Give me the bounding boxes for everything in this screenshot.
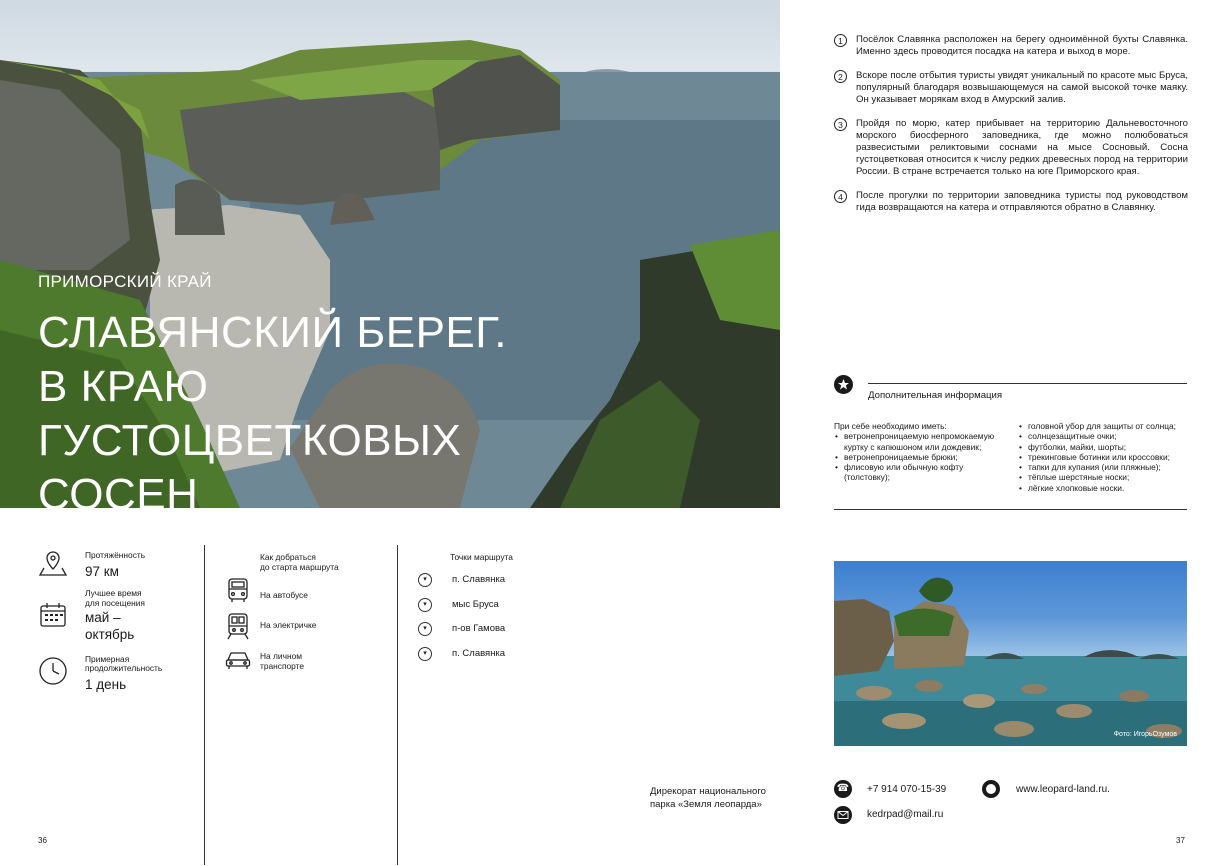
email-link[interactable]: kedrpad@mail.ru xyxy=(867,809,943,820)
chevron-down-icon: ▾ xyxy=(418,573,432,587)
duration-label: продолжительность xyxy=(85,663,163,673)
title-line: СОСЕН xyxy=(38,470,199,519)
divider xyxy=(204,545,205,865)
list-item: флисовую или обычную кофту (толстовку); xyxy=(834,462,1004,483)
clock-icon xyxy=(38,656,68,686)
phone-number[interactable]: +7 914 070-15-39 xyxy=(867,784,946,795)
divider xyxy=(834,509,1187,510)
org-name: Дирекорат национального xyxy=(650,786,766,797)
rocky-bay-photo: Фото: ИгорьОзумов xyxy=(834,561,1187,746)
season-label: для посещения xyxy=(85,598,145,608)
route-point: мыс Бруса xyxy=(452,599,499,610)
star-icon xyxy=(834,375,853,394)
list-item: тапки для купания (или пляжные); xyxy=(1018,462,1190,473)
length-value: 97 км xyxy=(85,564,119,579)
chevron-down-icon: ▾ xyxy=(418,647,432,661)
list-item: тёплые шерстяные носки; xyxy=(1018,472,1190,483)
season-value: май – xyxy=(85,610,121,625)
route-steps: 1 Посёлок Славянка расположен на берегу … xyxy=(834,34,1188,226)
season-value: октябрь xyxy=(85,627,135,642)
page-number-right: 37 xyxy=(1176,836,1185,845)
transport-train: На электричке xyxy=(260,620,317,630)
page-title: СЛАВЯНСКИЙ БЕРЕГ. В КРАЮ ГУСТОЦВЕТКОВЫХ … xyxy=(38,306,507,522)
list-item: ветронепроницаемые брюки; xyxy=(834,452,1004,463)
info-title: Дополнительная информация xyxy=(868,390,1003,401)
step-item: 4 После прогулки по территории заповедни… xyxy=(834,190,1188,214)
mail-icon xyxy=(834,806,852,824)
title-line: В КРАЮ xyxy=(38,362,209,411)
globe-icon xyxy=(982,780,1000,798)
packing-col-2: головной убор для защиты от солнца; солн… xyxy=(1018,421,1190,493)
step-text: Пройдя по морю, катер прибывает на терри… xyxy=(856,118,1188,177)
route-point: п-ов Гамова xyxy=(452,623,506,634)
calendar-icon xyxy=(38,600,68,630)
route-point: п. Славянка xyxy=(452,648,506,659)
divider xyxy=(397,545,398,865)
packing-heading: При себе необходимо иметь: xyxy=(834,421,947,431)
list-item: футболки, майки, шорты; xyxy=(1018,442,1190,453)
step-number: 1 xyxy=(834,34,847,47)
org-name: парка «Земля леопарда» xyxy=(650,799,762,810)
phone-icon: ☎ xyxy=(834,780,852,798)
bay-landscape xyxy=(834,577,1187,746)
duration-value: 1 день xyxy=(85,677,127,692)
list-item: головной убор для защиты от солнца; xyxy=(1018,421,1190,432)
step-text: Вскоре после отбытия туристы увидят уник… xyxy=(856,70,1188,105)
chevron-down-icon: ▾ xyxy=(418,622,432,636)
list-item: ветронепроницаемую непромокаемую куртку … xyxy=(834,431,1004,452)
step-item: 2 Вскоре после отбытия туристы увидят ун… xyxy=(834,70,1188,106)
region-label: ПРИМОРСКИЙ КРАЙ xyxy=(38,272,212,291)
map-pin-icon xyxy=(38,548,68,578)
packing-col-1: При себе необходимо иметь: ветронепрониц… xyxy=(834,421,1004,483)
page-number-left: 36 xyxy=(38,836,47,845)
title-line: ГУСТОЦВЕТКОВЫХ xyxy=(38,416,462,465)
bus-icon xyxy=(226,577,250,608)
car-icon xyxy=(225,650,251,675)
transport-bus: На автобусе xyxy=(260,590,308,600)
transport-car: На личном xyxy=(260,651,303,661)
photo-credit: Фото: ИгорьОзумов xyxy=(1113,731,1177,738)
step-text: Посёлок Славянка расположен на берегу од… xyxy=(856,34,1188,57)
train-icon xyxy=(226,612,250,645)
route-points-label: Точки маршрута xyxy=(450,552,513,562)
divider xyxy=(868,383,1187,384)
chevron-down-icon: ▾ xyxy=(418,598,432,612)
step-number: 4 xyxy=(834,190,847,203)
step-number: 3 xyxy=(834,118,847,131)
step-text: После прогулки по территории заповедника… xyxy=(856,190,1188,213)
website-link[interactable]: www.leopard-land.ru. xyxy=(1016,784,1110,795)
title-line: СЛАВЯНСКИЙ БЕРЕГ. xyxy=(38,308,507,357)
transport-label: до старта маршрута xyxy=(260,562,339,572)
list-item: солнцезащитные очки; xyxy=(1018,431,1190,442)
transport-label: Как добраться xyxy=(260,552,316,562)
list-item: лёгкие хлопковые носки. xyxy=(1018,483,1190,494)
step-number: 2 xyxy=(834,70,847,83)
transport-car: транспорте xyxy=(260,661,305,671)
route-point: п. Славянка xyxy=(452,574,506,585)
step-item: 1 Посёлок Славянка расположен на берегу … xyxy=(834,34,1188,58)
packing-list: При себе необходимо иметь: ветронепрониц… xyxy=(834,421,1189,501)
step-item: 3 Пройдя по морю, катер прибывает на тер… xyxy=(834,118,1188,178)
list-item: трекинговые ботинки или кроссовки; xyxy=(1018,452,1190,463)
length-label: Протяжённость xyxy=(85,550,146,560)
